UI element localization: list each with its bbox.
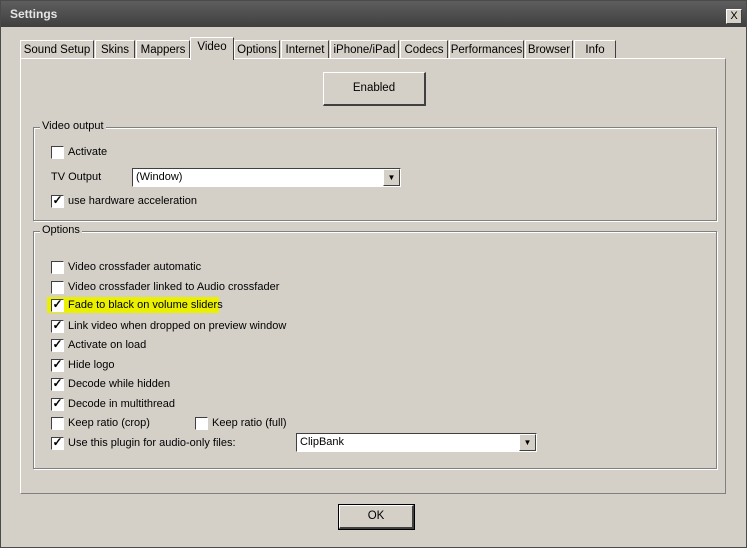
check-mark-icon: ✓	[52, 297, 63, 311]
hardware-acceleration-checkbox[interactable]: ✓	[51, 193, 64, 208]
decode-while-hidden-label: Decode while hidden	[68, 378, 171, 390]
video-crossfader-linked-checkbox[interactable]	[51, 281, 64, 294]
video-crossfader-linked-label: Video crossfader linked to Audio crossfa…	[68, 281, 280, 293]
decode-multithread-checkbox[interactable]: ✓	[51, 396, 64, 411]
keep-ratio-crop-checkbox[interactable]	[51, 417, 64, 430]
dropdown-arrow-icon[interactable]: ▼	[383, 169, 400, 186]
check-mark-icon: ✓	[52, 318, 63, 332]
keep-ratio-full-checkbox[interactable]	[195, 417, 208, 430]
tab-sound-setup[interactable]: Sound Setup	[20, 40, 94, 59]
link-video-label: Link video when dropped on preview windo…	[68, 320, 287, 332]
decode-multithread-label: Decode in multithread	[68, 398, 176, 410]
check-mark-icon: ✓	[52, 193, 63, 207]
activate-label: Activate	[68, 146, 108, 158]
tab-info[interactable]: Info	[574, 40, 616, 59]
title-bar[interactable]: Settings X	[1, 1, 746, 27]
tv-output-label: TV Output	[51, 171, 102, 183]
video-output-title: Video output	[40, 120, 106, 132]
tab-mappers[interactable]: Mappers	[136, 40, 190, 59]
window-title: Settings	[10, 7, 58, 21]
fade-to-black-checkbox[interactable]: ✓	[51, 297, 64, 312]
check-mark-icon: ✓	[52, 357, 63, 371]
tab-codecs[interactable]: Codecs	[400, 40, 448, 59]
tab-options[interactable]: Options	[234, 40, 280, 59]
hardware-acceleration-label: use hardware acceleration	[68, 195, 198, 207]
keep-ratio-crop-label: Keep ratio (crop)	[68, 417, 150, 429]
video-tab-panel: Enabled Video output Activate TV Output …	[20, 58, 726, 494]
tv-output-select[interactable]: (Window) ▼	[132, 168, 401, 187]
enabled-button[interactable]: Enabled	[323, 72, 426, 106]
activate-on-load-label: Activate on load	[68, 339, 147, 351]
audio-only-plugin-checkbox[interactable]: ✓	[51, 435, 64, 450]
link-video-checkbox[interactable]: ✓	[51, 318, 64, 333]
tab-internet[interactable]: Internet	[281, 40, 329, 59]
tab-performances[interactable]: Performances	[449, 40, 524, 59]
fade-to-black-label: Fade to black on volume sliders	[68, 299, 223, 311]
tab-video[interactable]: Video	[190, 37, 234, 60]
tv-output-value: (Window)	[136, 171, 183, 183]
tab-iphone-ipad[interactable]: iPhone/iPad	[330, 40, 399, 59]
hide-logo-label: Hide logo	[68, 359, 115, 371]
audio-only-plugin-label: Use this plugin for audio-only files:	[68, 437, 236, 449]
check-mark-icon: ✓	[52, 337, 63, 351]
activate-checkbox[interactable]	[51, 146, 64, 159]
check-mark-icon: ✓	[52, 376, 63, 390]
tab-skins[interactable]: Skins	[95, 40, 135, 59]
dropdown-arrow-icon[interactable]: ▼	[519, 434, 536, 451]
close-button[interactable]: X	[726, 9, 742, 24]
options-group: Options Video crossfader automatic Video…	[33, 224, 717, 469]
video-output-group: Video output Activate TV Output (Window)…	[33, 120, 717, 221]
options-title: Options	[40, 224, 82, 236]
activate-on-load-checkbox[interactable]: ✓	[51, 337, 64, 352]
decode-while-hidden-checkbox[interactable]: ✓	[51, 376, 64, 391]
video-crossfader-automatic-checkbox[interactable]	[51, 261, 64, 274]
hide-logo-checkbox[interactable]: ✓	[51, 357, 64, 372]
check-mark-icon: ✓	[52, 396, 63, 410]
video-crossfader-automatic-label: Video crossfader automatic	[68, 261, 202, 273]
ok-button[interactable]: OK	[338, 504, 415, 530]
tab-browser[interactable]: Browser	[525, 40, 573, 59]
keep-ratio-full-label: Keep ratio (full)	[212, 417, 287, 429]
audio-only-plugin-value: ClipBank	[300, 436, 345, 448]
check-mark-icon: ✓	[52, 435, 63, 449]
audio-only-plugin-select[interactable]: ClipBank ▼	[296, 433, 537, 452]
settings-window: Settings X Sound Setup Skins Mappers Vid…	[0, 0, 747, 548]
dialog-body: Sound Setup Skins Mappers Video Options …	[1, 27, 746, 547]
